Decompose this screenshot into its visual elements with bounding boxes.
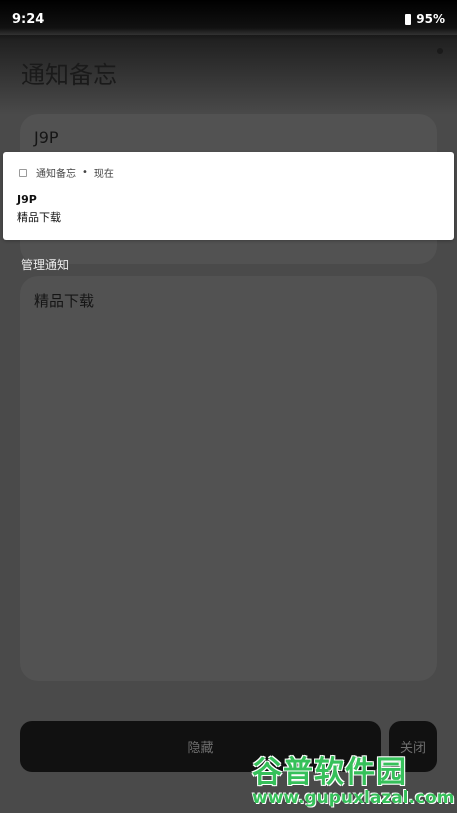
status-bar: 9:24 95% bbox=[0, 0, 457, 40]
title-field-value: J9P bbox=[34, 128, 59, 147]
notification-time: 现在 bbox=[93, 169, 114, 180]
status-time: 9:24 bbox=[12, 12, 45, 27]
status-right: 95% bbox=[405, 12, 445, 26]
notification-header: 通知备忘 • 现在 bbox=[19, 165, 114, 180]
app-background: 通知备忘 J9P 管理通知 精品下载 隐藏 关闭 bbox=[0, 0, 457, 813]
watermark-brand: 谷普软件园 bbox=[252, 755, 407, 790]
notification-card[interactable]: 通知备忘 • 现在 J9P 精品下载 bbox=[3, 152, 454, 240]
manage-notification-label: 管理通知 bbox=[21, 258, 70, 272]
notification-separator: • bbox=[82, 167, 88, 178]
watermark: 谷普软件园 www.gupuxlazal.com bbox=[250, 741, 457, 813]
watermark-url: www.gupuxlazal.com bbox=[252, 788, 455, 808]
app-icon bbox=[19, 168, 27, 177]
page-title: 通知备忘 bbox=[21, 61, 117, 89]
content-field[interactable]: 精品下载 bbox=[20, 276, 437, 681]
notification-title: J9P bbox=[17, 193, 37, 206]
battery-percentage: 95% bbox=[416, 12, 445, 26]
notification-text: 精品下载 bbox=[17, 211, 61, 224]
battery-icon bbox=[405, 13, 412, 25]
overflow-menu-icon[interactable] bbox=[437, 48, 443, 54]
content-field-value: 精品下载 bbox=[34, 292, 95, 310]
notification-app-name: 通知备忘 bbox=[36, 169, 76, 180]
